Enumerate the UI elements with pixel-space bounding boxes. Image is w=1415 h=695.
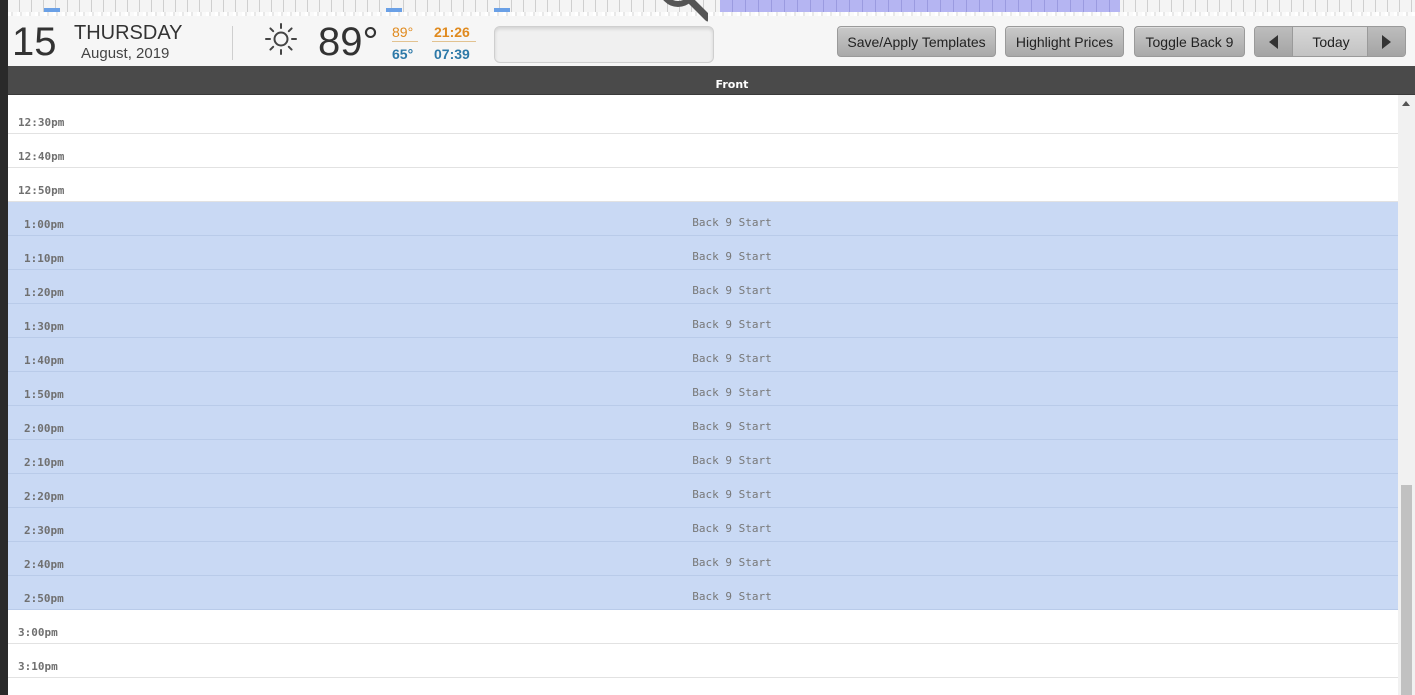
time-slot-row[interactable]: 3:10pm — [8, 644, 1398, 678]
month-year-label: August, 2019 — [81, 45, 170, 62]
weekday-label: THURSDAY — [74, 22, 183, 44]
high-temperature: 89° — [392, 24, 414, 40]
time-slot-label: Back 9 Start — [692, 386, 772, 399]
sunset-underline — [432, 41, 476, 42]
time-slot-label: Back 9 Start — [692, 420, 772, 433]
time-slot-row[interactable]: 2:30pm Back 9 Start — [8, 508, 1398, 542]
time-slot-row[interactable]: 12:30pm — [8, 100, 1398, 134]
time-slot-row[interactable]: 2:50pm Back 9 Start — [8, 576, 1398, 610]
left-edge — [0, 0, 8, 695]
column-title: Front — [715, 78, 749, 91]
time-slot-row[interactable]: 2:10pm Back 9 Start — [8, 440, 1398, 474]
tee-time-schedule: 12:30pm 12:40pm 12:50pm 1:00pm Back 9 Start 1… — [8, 95, 1398, 695]
time-slot-row[interactable]: 2:00pm Back 9 Start — [8, 406, 1398, 440]
time-slot-label: Back 9 Start — [692, 454, 772, 467]
time-slot-row[interactable]: 12:40pm — [8, 134, 1398, 168]
time-slot-label: Back 9 Start — [692, 216, 772, 229]
time-slot-time: 12:40pm — [18, 150, 65, 163]
header-divider — [232, 26, 233, 60]
time-slot-row[interactable]: 2:20pm Back 9 Start — [8, 474, 1398, 508]
time-slot-label: Back 9 Start — [692, 522, 772, 535]
search-input[interactable] — [494, 26, 714, 63]
highlight-prices-button[interactable]: Highlight Prices — [1005, 26, 1124, 57]
sunrise-time: 07:39 — [434, 46, 470, 62]
chevron-left-icon — [1269, 34, 1278, 49]
time-slot-row[interactable]: 1:50pm Back 9 Start — [8, 372, 1398, 406]
toggle-back9-button[interactable]: Toggle Back 9 — [1134, 26, 1245, 57]
time-slot-time: 3:10pm — [18, 660, 58, 673]
date-header: 15 THURSDAY August, 2019 89° 89° 65° 21:… — [8, 16, 1415, 66]
time-slot-label: Back 9 Start — [692, 250, 772, 263]
time-slot-label: Back 9 Start — [692, 352, 772, 365]
time-slot-row[interactable]: 1:00pm Back 9 Start — [8, 202, 1398, 236]
sun-icon — [265, 23, 297, 55]
low-temperature: 65° — [392, 46, 414, 62]
magnifier-icon[interactable] — [648, 0, 708, 22]
date-navigation: Today — [1254, 26, 1406, 57]
time-slot-label: Back 9 Start — [692, 488, 772, 501]
time-slot-time: 12:30pm — [18, 116, 65, 129]
time-slot-time: 12:50pm — [18, 184, 65, 197]
sunset-time: 21:26 — [434, 24, 470, 40]
time-slot-row[interactable]: 1:40pm Back 9 Start — [8, 338, 1398, 372]
scrollbar-thumb[interactable] — [1401, 485, 1412, 695]
high-underline — [392, 41, 418, 42]
day-number: 15 — [12, 20, 57, 64]
current-temperature: 89° — [318, 20, 379, 64]
time-slot-label: Back 9 Start — [692, 284, 772, 297]
time-slot-label: Back 9 Start — [692, 318, 772, 331]
time-slot-row[interactable]: 12:50pm — [8, 168, 1398, 202]
time-slot-label: Back 9 Start — [692, 556, 772, 569]
column-header: Front — [8, 66, 1415, 95]
time-slot-row[interactable]: 1:10pm Back 9 Start — [8, 236, 1398, 270]
save-apply-templates-button[interactable]: Save/Apply Templates — [837, 26, 996, 57]
time-slot-row[interactable]: 2:40pm Back 9 Start — [8, 542, 1398, 576]
previous-day-button[interactable] — [1255, 27, 1293, 56]
scroll-up-arrow-icon[interactable] — [1402, 101, 1410, 106]
time-slot-row[interactable]: 3:00pm — [8, 610, 1398, 644]
vertical-scrollbar[interactable] — [1398, 95, 1415, 695]
next-day-button[interactable] — [1367, 27, 1405, 56]
time-slot-row[interactable]: 1:20pm Back 9 Start — [8, 270, 1398, 304]
time-slot-label: Back 9 Start — [692, 590, 772, 603]
time-slot-row[interactable]: 1:30pm Back 9 Start — [8, 304, 1398, 338]
chevron-right-icon — [1382, 34, 1391, 49]
time-slot-time: 3:00pm — [18, 626, 58, 639]
today-button[interactable]: Today — [1293, 27, 1369, 56]
